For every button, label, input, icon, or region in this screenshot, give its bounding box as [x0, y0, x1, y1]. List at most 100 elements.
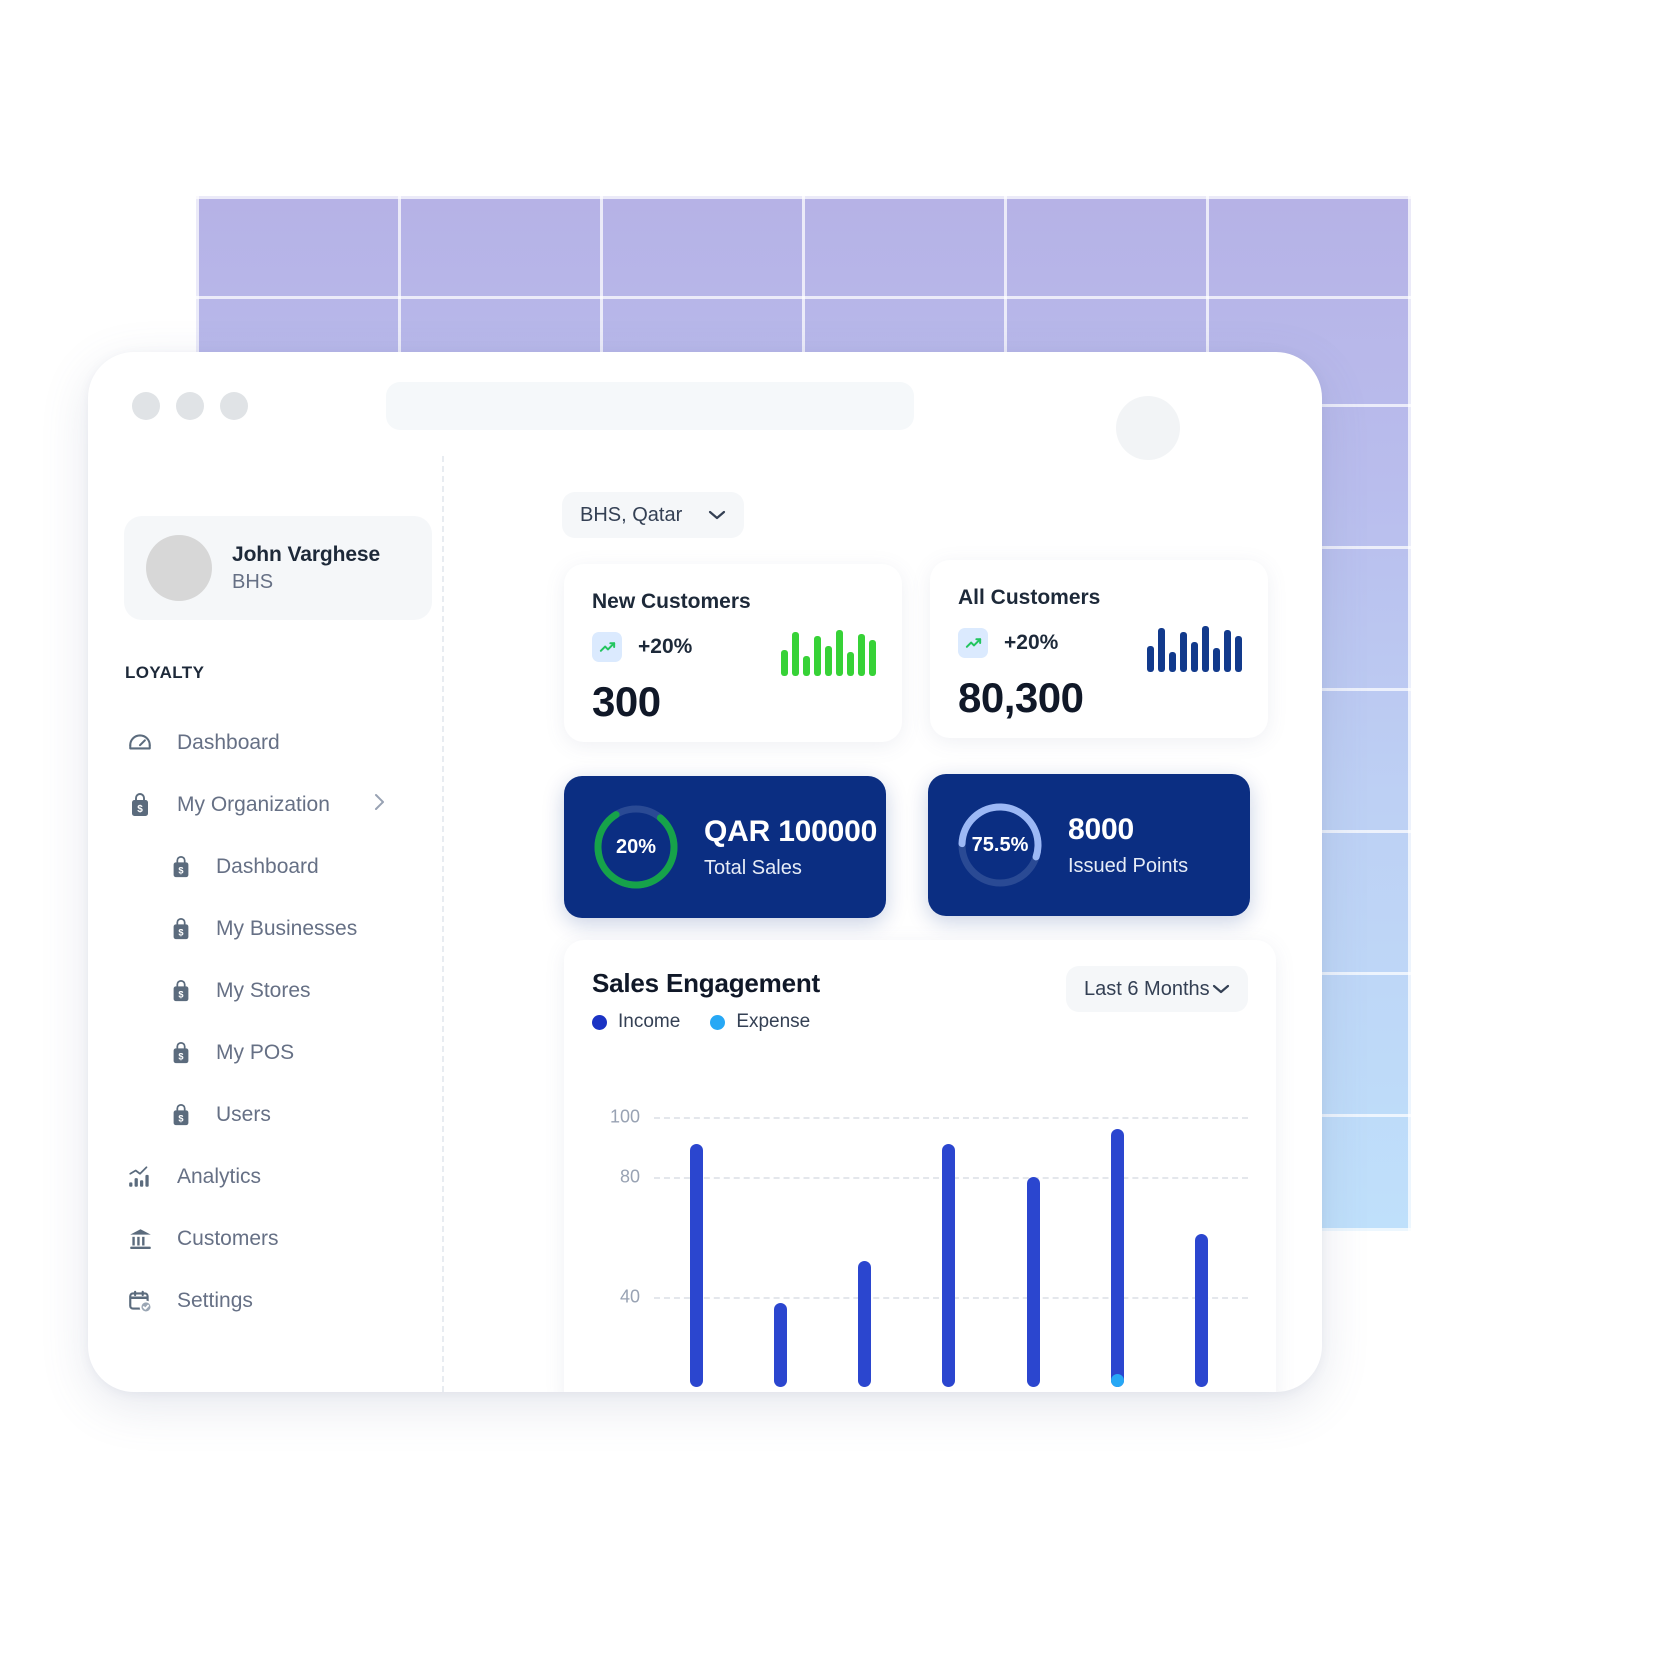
chart-plot-area: 100 80 40 J [592, 1057, 1248, 1387]
sidebar-item-label: Users [216, 1103, 271, 1126]
y-tick-label: 40 [619, 1286, 640, 1307]
svg-text:$: $ [178, 865, 183, 875]
account-avatar[interactable] [1116, 396, 1180, 460]
kpi-delta: +20% [638, 635, 693, 658]
bar-income [1195, 1234, 1209, 1387]
bar-income [942, 1144, 956, 1387]
chart-bars [654, 1057, 1244, 1387]
profile-card[interactable]: John Varghese BHS [124, 516, 432, 620]
bar-group [823, 1057, 907, 1387]
traffic-lights [132, 392, 248, 420]
bar-group [654, 1057, 738, 1387]
svg-text:$: $ [178, 1113, 183, 1123]
sidebar-item-analytics[interactable]: Analytics [88, 1146, 442, 1208]
sidebar-item-label: My Organization [177, 793, 330, 816]
svg-text:$: $ [178, 989, 183, 999]
sidebar-subitem-users[interactable]: $ Users [88, 1084, 442, 1146]
shopping-bag-dollar-icon: $ [166, 914, 196, 944]
avatar [146, 535, 212, 601]
bar-income [1111, 1129, 1125, 1387]
period-select-value: Last 6 Months [1084, 977, 1210, 1000]
chart-title: Sales Engagement [592, 968, 820, 998]
kpi-title: All Customers [958, 586, 1101, 609]
bar-income [858, 1261, 872, 1387]
sidebar-item-label: My Stores [216, 979, 311, 1002]
legend-label: Expense [736, 1011, 811, 1032]
calendar-check-icon [125, 1286, 155, 1316]
kpi-value: 300 [592, 678, 661, 725]
y-tick-label: 80 [619, 1166, 640, 1187]
speedometer-icon [125, 728, 155, 758]
bar-group [1160, 1057, 1244, 1387]
bar-chart-icon [125, 1162, 155, 1192]
legend-label: Income [618, 1011, 681, 1032]
bar-income [689, 1144, 703, 1387]
svg-text:$: $ [178, 1051, 183, 1061]
legend-dot [710, 1014, 726, 1030]
kpi-delta: +20% [1004, 631, 1059, 654]
browser-titlebar [88, 352, 1322, 460]
url-input[interactable] [386, 382, 914, 430]
sidebar: John Varghese BHS LOYALTY Dashboard $ My… [88, 456, 444, 1392]
sales-engagement-card: Sales Engagement Income Expense Last 6 M [564, 940, 1276, 1392]
chevron-down-icon [1212, 983, 1230, 995]
sidebar-item-label: Dashboard [216, 855, 319, 878]
bar-income [773, 1303, 787, 1387]
period-select[interactable]: Last 6 Months [1066, 966, 1248, 1012]
svg-text:$: $ [178, 927, 183, 937]
sidebar-subitem-dashboard[interactable]: $ Dashboard [88, 836, 442, 898]
gauge-label: Issued Points [1068, 854, 1189, 877]
trend-up-icon [958, 628, 988, 658]
kpi-title: New Customers [592, 590, 751, 613]
chevron-down-icon [708, 509, 726, 521]
progress-ring-total-sales: 20% [590, 801, 682, 893]
y-tick-label: 100 [609, 1106, 640, 1127]
profile-org: BHS [232, 570, 274, 593]
sidebar-item-label: Dashboard [177, 731, 280, 754]
sidebar-subitem-my-pos[interactable]: $ My POS [88, 1022, 442, 1084]
sidebar-item-dashboard[interactable]: Dashboard [88, 712, 442, 774]
sidebar-section-label: LOYALTY [125, 663, 205, 682]
gauge-card-total-sales: 20% QAR 100000 Total Sales [564, 776, 886, 918]
shopping-bag-dollar-icon: $ [166, 1100, 196, 1130]
bar-group [907, 1057, 991, 1387]
minimize-dot-icon[interactable] [176, 392, 204, 420]
gauge-card-issued-points: 75.5% 8000 Issued Points [928, 774, 1250, 916]
sparkline-new-customers [781, 626, 876, 676]
sidebar-item-label: Settings [177, 1289, 253, 1312]
gauge-label: Total Sales [704, 856, 802, 879]
sidebar-subitem-my-businesses[interactable]: $ My Businesses [88, 898, 442, 960]
sidebar-item-my-organization[interactable]: $ My Organization [88, 774, 442, 836]
region-select-value: BHS, Qatar [580, 503, 683, 526]
legend-item-expense[interactable]: Expense [710, 1011, 810, 1033]
progress-ring-issued-points: 75.5% [954, 799, 1046, 891]
gauge-percent: 20% [615, 835, 657, 858]
legend-dot [592, 1014, 607, 1030]
shopping-bag-dollar-icon: $ [125, 790, 155, 820]
shopping-bag-dollar-icon: $ [166, 852, 196, 882]
shopping-bag-dollar-icon: $ [166, 976, 196, 1006]
sidebar-item-label: My Businesses [216, 917, 358, 940]
bar-group [1075, 1057, 1159, 1387]
gauge-value: QAR 100000 [704, 814, 878, 848]
region-select[interactable]: BHS, Qatar [562, 492, 744, 538]
sparkline-all-customers [1147, 622, 1242, 672]
sidebar-subitem-my-stores[interactable]: $ My Stores [88, 960, 442, 1022]
bar-group [991, 1057, 1075, 1387]
chevron-right-icon[interactable] [374, 792, 386, 818]
legend-item-income[interactable]: Income [592, 1011, 680, 1033]
kpi-value: 80,300 [958, 674, 1084, 721]
close-dot-icon[interactable] [132, 392, 160, 420]
maximize-dot-icon[interactable] [220, 392, 248, 420]
sidebar-nav: Dashboard $ My Organization $ Dashboard … [88, 712, 442, 1332]
sidebar-item-customers[interactable]: Customers [88, 1208, 442, 1270]
sidebar-item-label: Customers [177, 1227, 279, 1250]
profile-name: John Varghese [232, 542, 381, 566]
browser-window: John Varghese BHS LOYALTY Dashboard $ My… [88, 352, 1322, 1392]
svg-text:$: $ [137, 804, 143, 815]
kpi-card-new-customers: New Customers +20% 300 [564, 564, 902, 742]
shopping-bag-dollar-icon: $ [166, 1038, 196, 1068]
sidebar-item-settings[interactable]: Settings [88, 1270, 442, 1332]
bank-icon [125, 1224, 155, 1254]
kpi-card-all-customers: All Customers +20% 80,300 [930, 560, 1268, 738]
